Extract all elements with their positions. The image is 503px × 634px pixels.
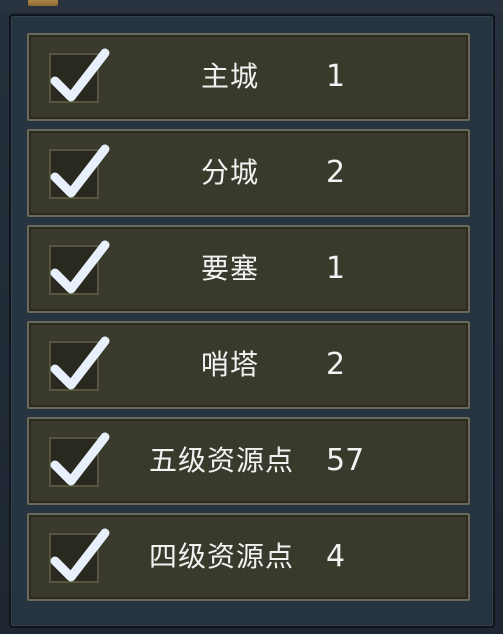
checkbox[interactable]	[49, 240, 110, 295]
filter-name: 哨塔	[201, 348, 260, 381]
filter-row-watchtower[interactable]: 哨塔 2	[27, 321, 470, 409]
filter-name: 四级资源点	[149, 540, 295, 573]
checkmark-icon	[50, 528, 110, 582]
filter-name: 五级资源点	[149, 444, 295, 477]
filter-count: 4	[326, 539, 346, 574]
checkmark-icon	[50, 336, 110, 390]
filter-row-branch-city[interactable]: 分城 2	[27, 129, 470, 217]
checkbox[interactable]	[49, 432, 110, 487]
checkmark-icon	[50, 144, 110, 198]
filter-name: 分城	[201, 156, 260, 189]
filter-row-fortress[interactable]: 要塞 1	[27, 225, 470, 313]
filter-row-level4-resource[interactable]: 四级资源点 4	[27, 513, 470, 601]
filter-count: 2	[326, 347, 346, 382]
filter-row-level5-resource[interactable]: 五级资源点 57	[27, 417, 470, 505]
filter-count: 1	[326, 59, 346, 94]
checkbox[interactable]	[49, 48, 110, 103]
filter-name: 要塞	[201, 252, 260, 285]
filter-count: 2	[326, 155, 346, 190]
checkbox[interactable]	[49, 336, 110, 391]
filter-row-main-city[interactable]: 主城 1	[27, 33, 470, 121]
top-bar	[0, 0, 503, 12]
filter-count: 57	[326, 443, 365, 478]
filter-list: 主城 1 分城 2 要塞 1 哨塔 2 五级资源点 57 四级资源点 4	[27, 33, 470, 609]
checkmark-icon	[50, 432, 110, 486]
checkmark-icon	[50, 48, 110, 102]
checkbox[interactable]	[49, 528, 110, 583]
map-filter-screen: 主城 1 分城 2 要塞 1 哨塔 2 五级资源点 57 四级资源点 4	[0, 0, 503, 634]
chest-icon[interactable]	[28, 0, 58, 6]
checkmark-icon	[50, 240, 110, 294]
filter-count: 1	[326, 251, 346, 286]
checkbox[interactable]	[49, 144, 110, 199]
filter-name: 主城	[201, 60, 260, 93]
